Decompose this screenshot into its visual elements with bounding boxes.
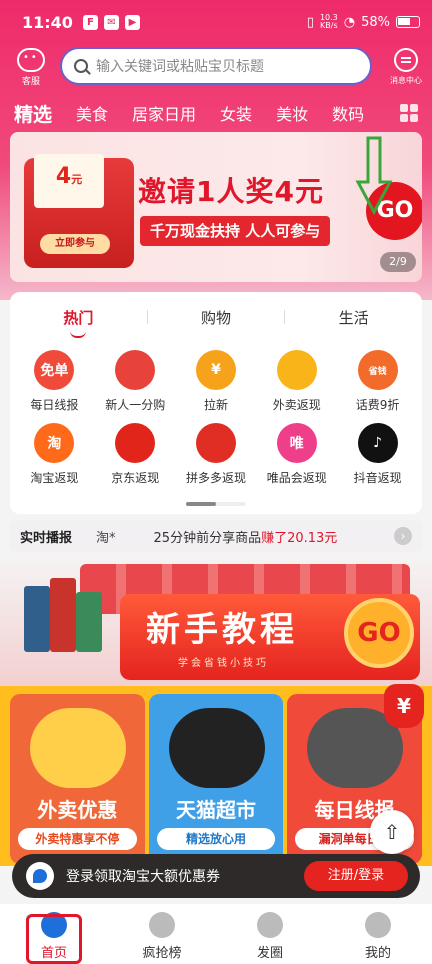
customer-service-label: 客服	[21, 77, 40, 87]
feature-douyin-cashback[interactable]: ♪ 抖音返现	[337, 423, 418, 486]
tutorial-go-button[interactable]: GO	[344, 598, 414, 668]
tutorial-title: 新手教程	[146, 610, 298, 650]
feature-pdd-cashback[interactable]: 拼多多返现	[176, 423, 257, 486]
phone-recharge-icon: 省钱	[357, 350, 398, 390]
feature-jd-cashback[interactable]: 京东返现	[95, 423, 176, 486]
header: 客服 输入关键词或粘贴宝贝标题 消息中心	[0, 44, 432, 92]
banner-page-indicator: 2/9	[380, 252, 416, 272]
home-tab-highlight	[26, 914, 82, 964]
tmall-cat-image	[168, 708, 265, 788]
icon-grid-scroll-indicator	[186, 502, 246, 506]
yen-bag-icon: ¥	[384, 684, 424, 728]
hot-list-icon	[149, 912, 175, 938]
search-placeholder: 输入关键词或粘贴宝贝标题	[96, 59, 264, 75]
panel-tabs: 热门 购物 生活	[10, 292, 422, 342]
chat-icon	[17, 48, 45, 72]
message-icon	[394, 48, 418, 72]
compass-icon	[257, 912, 283, 938]
tab-share[interactable]: 发圈	[216, 904, 324, 964]
play-icon: ▶	[124, 14, 140, 30]
category-tab-home[interactable]: 居家日用	[132, 101, 196, 125]
login-prompt-text: 登录领取淘宝大额优惠券	[66, 869, 220, 885]
feature-invite[interactable]: ¥ 拉新	[176, 350, 257, 413]
feature-daily-deals[interactable]: 免单 每日线报	[14, 350, 95, 413]
tab-hot[interactable]: 热门	[10, 307, 147, 338]
login-prompt-bar: 登录领取淘宝大额优惠券 注册/登录	[12, 854, 420, 898]
message-center-label: 消息中心	[390, 76, 422, 85]
chevron-right-icon[interactable]: ›	[394, 527, 412, 545]
net-speed-unit: KB/s	[320, 21, 338, 30]
tutorial-subtitle: 学会省钱小技巧	[178, 658, 269, 669]
feature-taobao-cashback[interactable]: 淘淘宝返现	[14, 423, 95, 486]
broadcast-text: 25分钟前分享商品	[153, 530, 262, 546]
tab-hot-list[interactable]: 疯抢榜	[108, 904, 216, 964]
taobao-icon: 淘	[34, 423, 75, 463]
category-tab-featured[interactable]: 精选	[14, 100, 52, 127]
promo-card-takeout[interactable]: 外卖优惠 外卖特惠享不停	[10, 694, 145, 864]
battery-percent: 58%	[361, 14, 390, 30]
tutorial-banner[interactable]: 新手教程 学会省钱小技巧 GO	[0, 558, 432, 688]
reward-amount: 4	[55, 164, 72, 189]
invite-banner[interactable]: 4元 立即参与 邀请1人奖4元 千万现金扶持 人人可参与 GO 2/9	[10, 132, 422, 282]
category-tab-digital[interactable]: 数码	[332, 101, 364, 125]
money-bag-icon	[115, 350, 156, 390]
tab-mine[interactable]: 我的	[324, 904, 432, 964]
feature-icon-grid: 免单 每日线报 新人一分购 ¥ 拉新 外卖返现 省钱 话费9折 淘淘宝返现 京东返现 …	[10, 342, 422, 486]
all-categories-grid-icon[interactable]	[400, 104, 418, 122]
banner-title: 邀请1人奖4元	[138, 175, 324, 208]
broadcast-user: 淘*	[96, 530, 116, 546]
vipshop-icon: 唯	[276, 423, 317, 463]
promo-cards: 外卖优惠 外卖特惠享不停 天猫超市 精选放心用 每日线报 漏洞单每日更	[10, 694, 423, 864]
promo-subtitle: 精选放心用	[156, 828, 276, 850]
banner-subtitle: 千万现金扶持 人人可参与	[140, 216, 331, 246]
scooter-icon	[276, 350, 317, 390]
tab-shopping[interactable]: 购物	[148, 307, 285, 328]
register-login-button[interactable]: 注册/登录	[304, 861, 408, 891]
green-down-arrow-icon	[355, 136, 393, 216]
live-broadcast-label: 实时播报	[20, 530, 73, 546]
category-tab-beauty[interactable]: 美妆	[276, 101, 308, 125]
search-icon	[74, 59, 88, 73]
reward-unit: 元	[71, 173, 83, 186]
feature-newcomer-penny[interactable]: 新人一分购	[95, 350, 176, 413]
broadcast-amount: 赚了20.13元	[261, 530, 338, 546]
search-input[interactable]: 输入关键词或粘贴宝贝标题	[60, 47, 372, 85]
category-tab-women[interactable]: 女装	[220, 101, 252, 125]
status-bar: 11:40 F ✉ ▶ ▯ 10.3 KB/s ◔ 58%	[0, 0, 432, 44]
customer-service-button[interactable]: 客服	[14, 48, 48, 87]
message-center-button[interactable]: 消息中心	[384, 48, 428, 86]
books-illustration	[10, 572, 120, 672]
vibrate-icon: ▯	[306, 14, 314, 30]
reward-card: 4元	[34, 154, 104, 208]
category-nav: 精选 美食 居家日用 女装 美妆 数码	[0, 96, 432, 130]
profile-icon	[365, 912, 391, 938]
feature-vip-cashback[interactable]: 唯唯品会返现	[256, 423, 337, 486]
feature-phone-bill[interactable]: 省钱 话费9折	[337, 350, 418, 413]
kangaroo-mascot-image	[30, 708, 126, 788]
pinduoduo-icon	[195, 423, 236, 463]
rocket-icon[interactable]: ⇧	[370, 810, 414, 854]
mail-icon: ✉	[103, 14, 119, 30]
feature-panel: 热门 购物 生活 免单 每日线报 新人一分购 ¥ 拉新 外卖返现 省钱 话费9折 淘淘…	[10, 292, 422, 514]
live-broadcast-bar[interactable]: 实时播报 淘* 25分钟前分享商品 赚了20.13元 ›	[10, 520, 422, 552]
tab-life[interactable]: 生活	[285, 307, 422, 328]
promo-subtitle: 外卖特惠享不停	[18, 828, 137, 850]
join-now-button[interactable]: 立即参与	[40, 234, 110, 254]
feature-takeout-cashback[interactable]: 外卖返现	[256, 350, 337, 413]
notification-icon: F	[82, 14, 98, 30]
category-tab-food[interactable]: 美食	[76, 101, 108, 125]
promo-title: 外卖优惠	[37, 798, 118, 822]
battery-icon	[396, 16, 420, 28]
wifi-icon: ◔	[343, 14, 356, 30]
app-logo-icon	[26, 862, 54, 890]
red-envelope-image: 4元 立即参与	[24, 154, 134, 268]
status-time: 11:40	[22, 12, 73, 32]
promo-title: 天猫超市	[176, 798, 256, 822]
yen-coin-icon: ¥	[195, 350, 236, 390]
tiktok-icon: ♪	[357, 423, 398, 463]
jd-dog-icon	[115, 423, 156, 463]
promo-card-tmall[interactable]: 天猫超市 精选放心用	[148, 694, 284, 864]
free-order-icon: 免单	[34, 350, 75, 390]
